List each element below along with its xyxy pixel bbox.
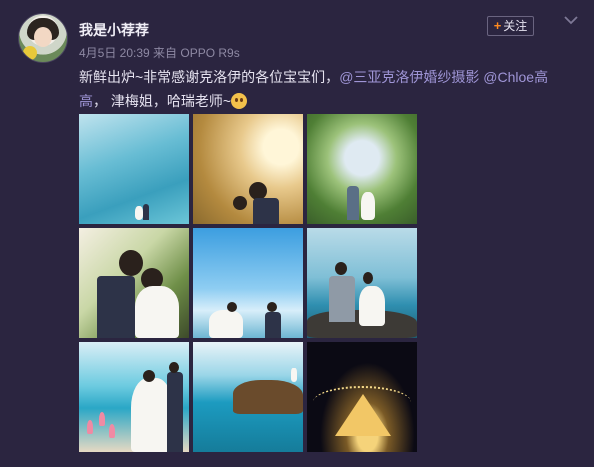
photo-grid bbox=[79, 114, 417, 452]
photo-4[interactable] bbox=[79, 228, 189, 338]
post-meta: 4月5日 20:39 来自 OPPO R9s bbox=[79, 46, 240, 60]
mention-link-studio[interactable]: @三亚克洛伊婚纱摄影 bbox=[339, 69, 479, 85]
username[interactable]: 我是小荐荐 bbox=[79, 20, 149, 40]
post-text: 新鲜出炉~非常感谢克洛伊的各位宝宝们，@三亚克洛伊婚纱摄影 @Chloe高高， … bbox=[79, 65, 559, 113]
photo-5[interactable] bbox=[193, 228, 303, 338]
post-text-part2: ， 津梅姐，哈瑞老师~ bbox=[93, 93, 232, 109]
avatar[interactable] bbox=[18, 13, 68, 63]
emoji-icon bbox=[231, 93, 248, 109]
avatar-flower bbox=[23, 46, 37, 60]
photo-2[interactable] bbox=[193, 114, 303, 224]
post-text-part1: 新鲜出炉~非常感谢克洛伊的各位宝宝们， bbox=[79, 69, 340, 85]
chevron-down-icon[interactable] bbox=[563, 14, 579, 26]
avatar-face bbox=[34, 27, 52, 47]
photo-6[interactable] bbox=[307, 228, 417, 338]
follow-button[interactable]: + 关注 bbox=[487, 16, 534, 36]
photo-8[interactable] bbox=[193, 342, 303, 452]
follow-label: 关注 bbox=[503, 19, 528, 33]
photo-7[interactable] bbox=[79, 342, 189, 452]
plus-icon: + bbox=[493, 18, 502, 33]
photo-9[interactable] bbox=[307, 342, 417, 452]
photo-3[interactable] bbox=[307, 114, 417, 224]
weibo-post: 我是小荐荐 4月5日 20:39 来自 OPPO R9s + 关注 新鲜出炉~非… bbox=[0, 0, 594, 467]
photo-1[interactable] bbox=[79, 114, 189, 224]
